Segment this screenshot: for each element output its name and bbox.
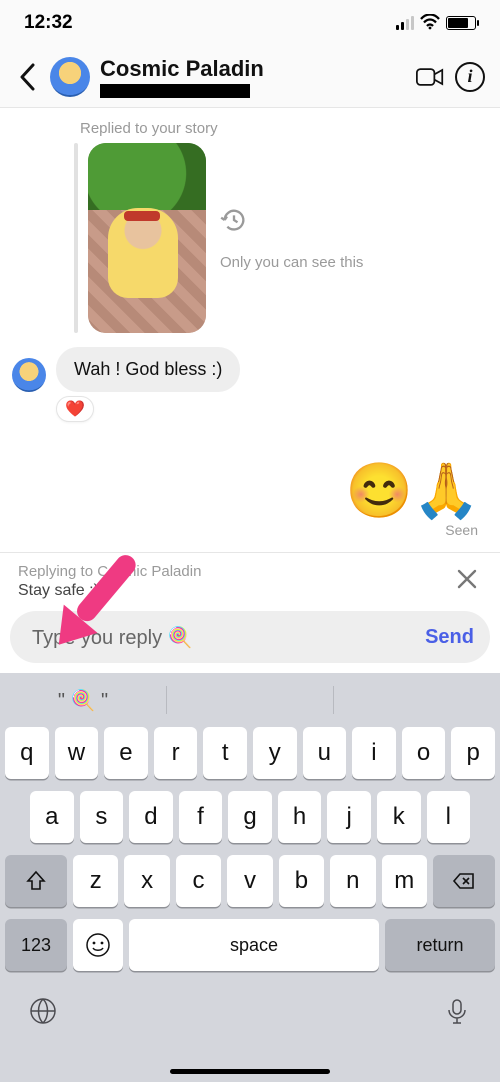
key-u[interactable]: u: [303, 727, 347, 779]
backspace-key[interactable]: [433, 855, 495, 907]
space-key[interactable]: space: [129, 919, 379, 971]
reply-preview-quoted: Stay safe :): [18, 582, 448, 600]
key-k[interactable]: k: [377, 791, 421, 843]
reply-preview: Replying to Cosmic Paladin Stay safe :): [0, 552, 500, 605]
message-bubble[interactable]: Wah ! God bless :): [56, 347, 240, 392]
chat-header: Cosmic Paladin i: [0, 46, 500, 108]
key-e[interactable]: e: [104, 727, 148, 779]
history-icon: [220, 206, 248, 234]
key-a[interactable]: a: [30, 791, 74, 843]
story-quote-bar: [74, 143, 78, 333]
key-d[interactable]: d: [129, 791, 173, 843]
privacy-note: Only you can see this: [220, 254, 363, 271]
wifi-icon: [420, 14, 440, 33]
info-button[interactable]: i: [450, 57, 490, 97]
send-button[interactable]: Send: [425, 626, 474, 649]
close-reply-button[interactable]: [448, 561, 486, 601]
globe-key[interactable]: [28, 996, 58, 1031]
key-q[interactable]: q: [5, 727, 49, 779]
avatar[interactable]: [50, 57, 90, 97]
key-row-1: q w e r t y u i o p: [0, 727, 500, 779]
key-row-bottom: 123 space return: [0, 919, 500, 971]
key-i[interactable]: i: [352, 727, 396, 779]
reply-preview-label: Replying to Cosmic Paladin: [18, 563, 448, 580]
key-row-3: z x c v b n m: [0, 855, 500, 907]
seen-status: Seen: [12, 518, 488, 546]
suggestion-bar: " 🍭 ": [0, 673, 500, 727]
story-reply-row: Only you can see this: [74, 143, 488, 333]
key-y[interactable]: y: [253, 727, 297, 779]
keyboard: " 🍭 " q w e r t y u i o p a s d f g h j …: [0, 673, 500, 1082]
status-bar: 12:32: [0, 0, 500, 46]
shift-key[interactable]: [5, 855, 67, 907]
key-j[interactable]: j: [327, 791, 371, 843]
battery-icon: [446, 16, 476, 30]
story-thumbnail[interactable]: [88, 143, 206, 333]
key-p[interactable]: p: [451, 727, 495, 779]
dictation-key[interactable]: [442, 996, 472, 1031]
cellular-icon: [396, 16, 414, 30]
key-s[interactable]: s: [80, 791, 124, 843]
key-w[interactable]: w: [55, 727, 99, 779]
keyboard-dock: [0, 981, 500, 1045]
key-v[interactable]: v: [227, 855, 272, 907]
key-m[interactable]: m: [382, 855, 427, 907]
key-t[interactable]: t: [203, 727, 247, 779]
back-button[interactable]: [10, 59, 46, 95]
key-o[interactable]: o: [402, 727, 446, 779]
chat-name: Cosmic Paladin: [100, 56, 264, 82]
avatar-small[interactable]: [12, 358, 46, 392]
video-call-button[interactable]: [410, 57, 450, 97]
header-title-wrap[interactable]: Cosmic Paladin: [100, 56, 264, 98]
numbers-key[interactable]: 123: [5, 919, 67, 971]
outgoing-emoji-message[interactable]: 😊🙏: [12, 464, 488, 518]
message-reaction[interactable]: ❤️: [56, 396, 94, 422]
info-icon: i: [455, 62, 485, 92]
replied-to-story-label: Replied to your story: [80, 120, 488, 137]
key-f[interactable]: f: [179, 791, 223, 843]
chat-area: Replied to your story Only you can see t…: [0, 108, 500, 552]
status-right: [396, 14, 476, 33]
incoming-message-row: Wah ! God bless :): [12, 347, 488, 392]
emoji-key[interactable]: [73, 919, 123, 971]
status-time: 12:32: [24, 12, 73, 34]
key-r[interactable]: r: [154, 727, 198, 779]
key-g[interactable]: g: [228, 791, 272, 843]
key-n[interactable]: n: [330, 855, 375, 907]
home-indicator[interactable]: [170, 1069, 330, 1074]
key-c[interactable]: c: [176, 855, 221, 907]
key-b[interactable]: b: [279, 855, 324, 907]
key-z[interactable]: z: [73, 855, 118, 907]
suggestion-1[interactable]: " 🍭 ": [0, 688, 166, 713]
redacted-subtitle: [100, 84, 250, 98]
return-key[interactable]: return: [385, 919, 495, 971]
key-l[interactable]: l: [427, 791, 471, 843]
key-row-2: a s d f g h j k l: [0, 791, 500, 843]
key-h[interactable]: h: [278, 791, 322, 843]
key-x[interactable]: x: [124, 855, 169, 907]
